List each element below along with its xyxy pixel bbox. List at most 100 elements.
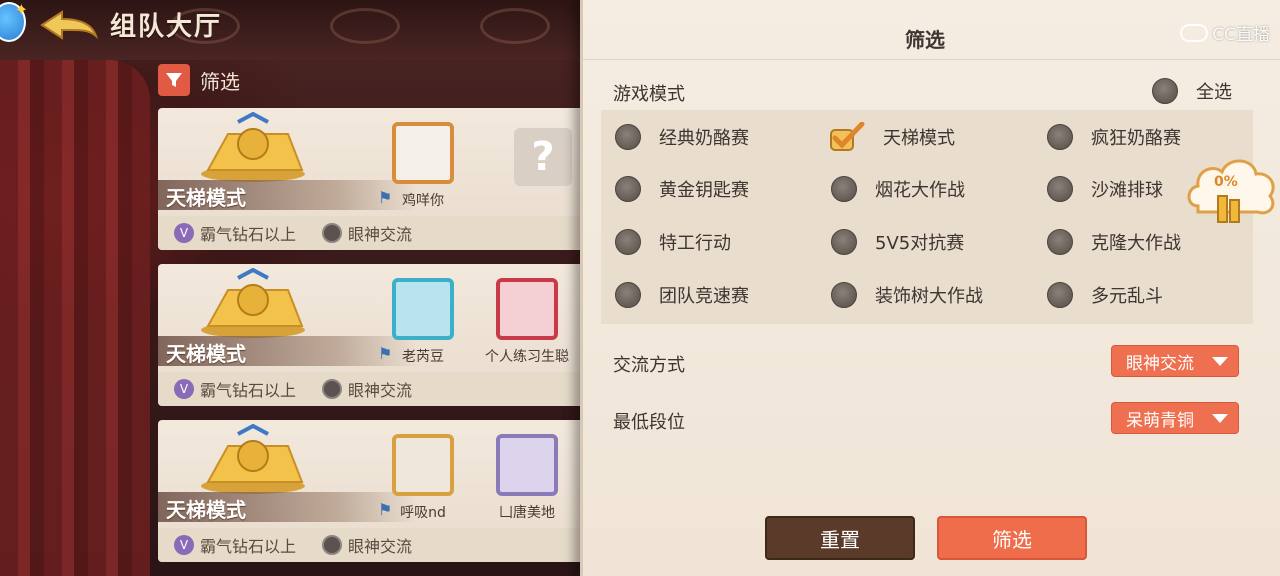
player-name: 鸡咩你 [402, 193, 444, 209]
rank-filter-label: 最低段位 [613, 412, 685, 433]
mode-option[interactable]: 经典奶酪赛 [615, 124, 749, 150]
mode-radio[interactable] [831, 176, 857, 202]
player-slot[interactable]: 个人练习生聪 [482, 278, 572, 366]
back-button[interactable] [40, 10, 98, 40]
mode-option[interactable]: 特工行动 [615, 229, 731, 255]
progress-percent: 0% [1214, 174, 1238, 190]
select-all-radio[interactable] [1152, 78, 1178, 104]
rank-dropdown-value: 呆萌青铜 [1126, 410, 1194, 431]
mode-label: 团队竞速赛 [659, 286, 749, 307]
rank-v-icon: V [174, 535, 194, 555]
rank-v-icon: V [174, 223, 194, 243]
eye-icon [322, 535, 343, 555]
mode-option-selected[interactable]: 天梯模式 [829, 121, 955, 152]
room-card[interactable]: 天梯模式 ⚑ 鸡咩你 ? V 霸气钻石以上 眼神交流 [158, 108, 588, 250]
empty-slot[interactable]: ? [514, 128, 572, 186]
room-mode: 天梯模式 [166, 186, 246, 210]
rank-dropdown[interactable]: 呆萌青铜 [1111, 402, 1239, 434]
filter-panel: 筛选 CC直播 游戏模式 全选 经典奶酪赛 天梯模式 疯狂奶酪赛 黄金钥匙赛 烟… [580, 0, 1280, 576]
mode-option[interactable]: 烟花大作战 [831, 176, 965, 202]
mode-radio[interactable] [831, 229, 857, 255]
mode-radio[interactable] [831, 282, 857, 308]
flag-icon: ⚑ [378, 500, 393, 519]
panel-title: 筛选 [905, 28, 945, 52]
progress-bubble[interactable]: 0% [1184, 150, 1280, 230]
rank-requirement: V 霸气钻石以上 [174, 533, 296, 557]
cheese-trophy-icon [201, 268, 305, 338]
player-slot[interactable]: ⚑ 老芮豆 [378, 278, 468, 366]
back-arrow-icon [40, 10, 98, 40]
mode-label: 经典奶酪赛 [659, 128, 749, 149]
mode-option[interactable]: 沙滩排球 [1047, 176, 1163, 202]
flag-icon: ⚑ [378, 188, 393, 207]
rank-requirement-text: 霸气钻石以上 [200, 381, 297, 400]
mode-option[interactable]: 疯狂奶酪赛 [1047, 124, 1181, 150]
reset-button[interactable]: 重置 [765, 516, 915, 560]
room-info: V 霸气钻石以上 眼神交流 [158, 216, 588, 250]
mode-radio[interactable] [1047, 176, 1073, 202]
player-name: 个人练习生聪 [485, 349, 569, 365]
eye-icon [322, 223, 343, 243]
lobby-title: 组队大厅 [110, 12, 223, 42]
panel-header: 筛选 [583, 0, 1280, 60]
mode-radio[interactable] [615, 229, 641, 255]
game-mode-label: 游戏模式 [613, 84, 685, 105]
mode-label: 黄金钥匙赛 [659, 180, 749, 201]
cheese-trophy-icon [201, 112, 305, 182]
mode-label: 烟花大作战 [875, 180, 965, 201]
player-avatar-frame: ⚑ [378, 278, 454, 363]
mode-label: 特工行动 [659, 233, 731, 254]
mode-radio[interactable] [1047, 124, 1073, 150]
eye-icon [322, 379, 343, 399]
player-avatar-frame: ⚑ [378, 122, 454, 207]
apply-filter-button[interactable]: 筛选 [937, 516, 1087, 560]
mode-radio[interactable] [615, 282, 641, 308]
filter-toggle[interactable]: 筛选 [158, 64, 240, 96]
star-icon: ✦ [14, 0, 28, 19]
comm-mode-text: 眼神交流 [348, 225, 413, 244]
decor-swirl [480, 8, 550, 44]
mode-radio[interactable] [1047, 282, 1073, 308]
room-card[interactable]: 天梯模式 ⚑ 老芮豆 个人练习生聪 V 霸气钻石以上 眼神交流 [158, 264, 588, 406]
room-info: V 霸气钻石以上 眼神交流 [158, 528, 588, 562]
chevron-down-icon [1212, 356, 1228, 366]
comm-mode: 眼神交流 [322, 377, 412, 401]
mode-radio[interactable] [615, 124, 641, 150]
mode-option[interactable]: 5V5对抗赛 [831, 229, 964, 255]
player-slot[interactable]: ⚑ 呼吸nd [378, 434, 468, 522]
select-all-label: 全选 [1196, 82, 1232, 103]
comm-filter-label: 交流方式 [613, 355, 685, 376]
mode-label: 多元乱斗 [1091, 286, 1163, 307]
comm-dropdown[interactable]: 眼神交流 [1111, 345, 1239, 377]
room-mode: 天梯模式 [166, 342, 246, 366]
mode-option[interactable]: 克隆大作战 [1047, 229, 1181, 255]
rank-requirement-text: 霸气钻石以上 [200, 225, 297, 244]
rank-requirement: V 霸气钻石以上 [174, 377, 296, 401]
player-avatar-frame: ⚑ [378, 434, 454, 519]
room-card[interactable]: 天梯模式 ⚑ 呼吸nd 凵唐美地 V 霸气钻石以上 眼神交流 [158, 420, 588, 562]
mode-radio[interactable] [615, 176, 641, 202]
mode-radio[interactable] [1047, 229, 1073, 255]
mode-option[interactable]: 黄金钥匙赛 [615, 176, 749, 202]
mode-option[interactable]: 装饰树大作战 [831, 282, 983, 308]
mode-label: 天梯模式 [883, 128, 955, 149]
rank-requirement: V 霸气钻石以上 [174, 221, 296, 245]
select-all-toggle[interactable]: 全选 [1152, 78, 1232, 104]
checkmark-icon[interactable] [829, 121, 865, 152]
player-name: 凵唐美地 [499, 505, 555, 521]
rank-filter-row: 最低段位 呆萌青铜 [613, 402, 1239, 436]
player-name: 呼吸nd [400, 505, 446, 521]
player-slot[interactable]: ⚑ 鸡咩你 [378, 122, 468, 210]
rank-requirement-text: 霸气钻石以上 [200, 537, 297, 556]
comm-mode-text: 眼神交流 [348, 381, 413, 400]
mode-label: 装饰树大作战 [875, 286, 983, 307]
mode-label: 克隆大作战 [1091, 233, 1181, 254]
mode-option[interactable]: 团队竞速赛 [615, 282, 749, 308]
room-mode: 天梯模式 [166, 498, 246, 522]
mode-label: 疯狂奶酪赛 [1091, 128, 1181, 149]
player-name: 老芮豆 [402, 349, 444, 365]
player-slot[interactable]: 凵唐美地 [482, 434, 572, 522]
filter-funnel-icon [158, 64, 190, 96]
rank-v-icon: V [174, 379, 194, 399]
mode-option[interactable]: 多元乱斗 [1047, 282, 1163, 308]
